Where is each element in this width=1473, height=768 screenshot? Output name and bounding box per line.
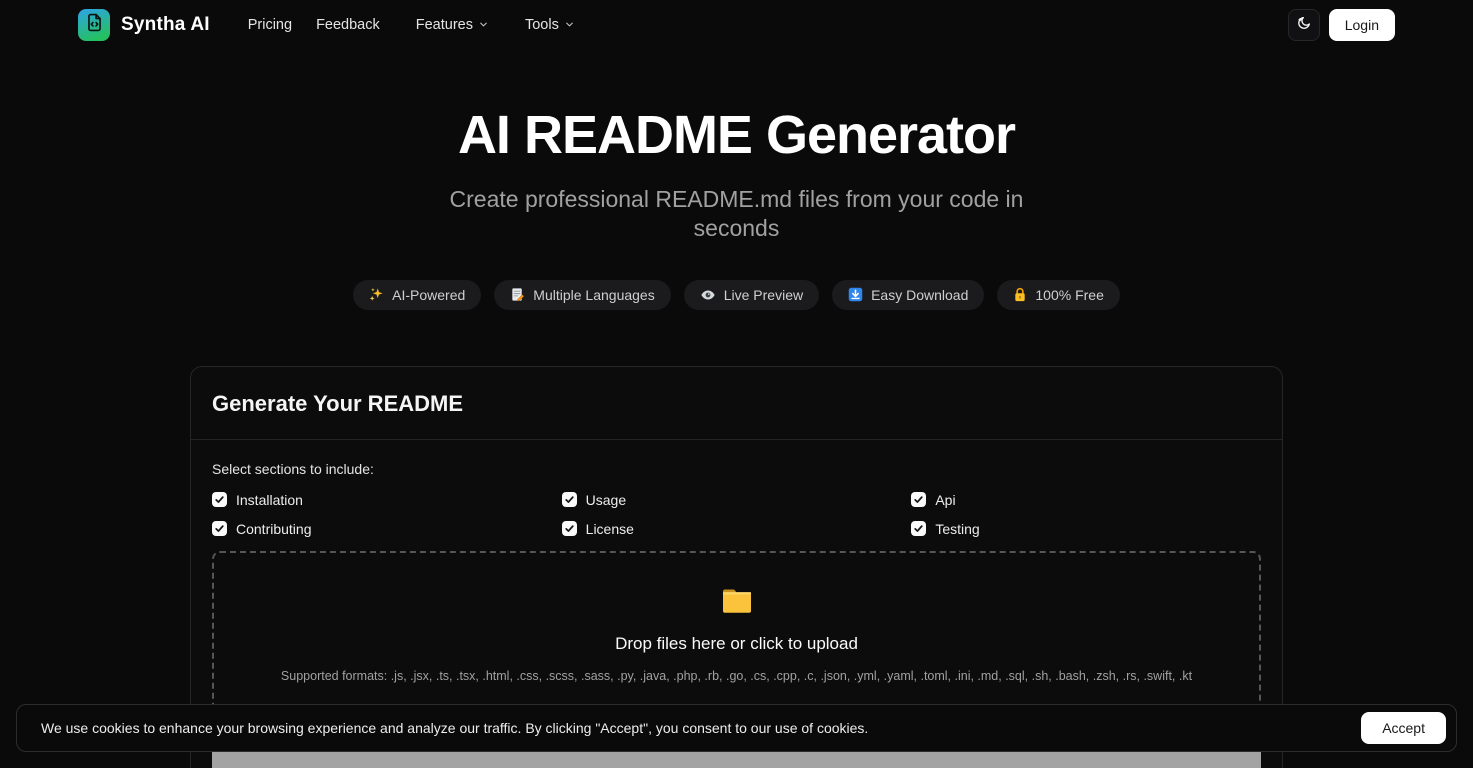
nav-links: Pricing Feedback Features Tools <box>236 8 587 42</box>
badge-label: Live Preview <box>724 287 803 303</box>
dropzone-text: Drop files here or click to upload <box>214 634 1259 654</box>
badge-label: Multiple Languages <box>533 287 654 303</box>
badge-label: AI-Powered <box>392 287 465 303</box>
nav-item-pricing[interactable]: Pricing <box>236 9 304 41</box>
generator-card-title: Generate Your README <box>212 391 1261 417</box>
sections-grid: Installation Usage Api Contributing <box>212 492 1261 537</box>
chevron-down-icon <box>564 18 575 34</box>
checkbox-label: Contributing <box>236 521 312 537</box>
badge-multiple-languages: Multiple Languages <box>494 280 670 310</box>
chevron-down-icon <box>478 18 489 34</box>
checkbox-label: Api <box>935 492 955 508</box>
download-icon <box>848 287 863 302</box>
badge-ai-powered: AI-Powered <box>353 280 481 310</box>
checkbox-license[interactable]: License <box>562 521 912 537</box>
generator-card-header: Generate Your README <box>191 367 1282 440</box>
checkbox-label: Installation <box>236 492 303 508</box>
badge-label: Easy Download <box>871 287 968 303</box>
sparkles-icon <box>369 287 384 302</box>
checkbox-installation[interactable]: Installation <box>212 492 562 508</box>
badge-label: 100% Free <box>1035 287 1103 303</box>
feature-badges: AI-Powered Multiple Languages Live P <box>0 280 1473 310</box>
nav-item-feedback[interactable]: Feedback <box>304 9 392 41</box>
checkbox-checked-icon[interactable] <box>562 521 577 536</box>
lock-icon <box>1013 287 1027 302</box>
badge-live-preview: Live Preview <box>684 280 819 310</box>
checkbox-checked-icon[interactable] <box>911 521 926 536</box>
checkbox-checked-icon[interactable] <box>911 492 926 507</box>
checkbox-testing[interactable]: Testing <box>911 521 1261 537</box>
checkbox-label: Testing <box>935 521 979 537</box>
file-dropzone[interactable]: Drop files here or click to upload Suppo… <box>212 551 1261 712</box>
hero-section: AI README Generator Create professional … <box>0 106 1473 310</box>
checkbox-checked-icon[interactable] <box>212 492 227 507</box>
folder-icon <box>720 586 754 621</box>
brand[interactable]: Syntha AI <box>78 9 210 41</box>
page-subtitle: Create professional README.md files from… <box>447 185 1027 243</box>
checkbox-checked-icon[interactable] <box>212 521 227 536</box>
page-title: AI README Generator <box>0 106 1473 165</box>
checkbox-label: Usage <box>586 492 626 508</box>
badge-easy-download: Easy Download <box>832 280 984 310</box>
nav-item-label: Tools <box>525 17 559 33</box>
sections-label: Select sections to include: <box>212 461 1261 477</box>
checkbox-checked-icon[interactable] <box>562 492 577 507</box>
nav-right: Login <box>1288 9 1395 41</box>
checkbox-label: License <box>586 521 634 537</box>
checkbox-contributing[interactable]: Contributing <box>212 521 562 537</box>
memo-icon <box>510 287 525 302</box>
nav-item-label: Pricing <box>248 17 292 33</box>
nav-item-label: Feedback <box>316 17 380 33</box>
checkbox-usage[interactable]: Usage <box>562 492 912 508</box>
theme-toggle-button[interactable] <box>1288 9 1320 41</box>
file-code-icon <box>85 13 104 37</box>
nav-item-label: Features <box>416 17 473 33</box>
nav-item-tools[interactable]: Tools <box>513 8 587 42</box>
login-button[interactable]: Login <box>1329 9 1395 41</box>
checkbox-api[interactable]: Api <box>911 492 1261 508</box>
navbar: Syntha AI Pricing Feedback Features Tool… <box>0 0 1473 49</box>
cookie-banner: We use cookies to enhance your browsing … <box>16 704 1457 752</box>
badge-100-free: 100% Free <box>997 280 1119 310</box>
brand-logo <box>78 9 110 41</box>
dropzone-formats: Supported formats: .js, .jsx, .ts, .tsx,… <box>214 669 1259 683</box>
eye-icon <box>700 287 716 303</box>
cookie-message: We use cookies to enhance your browsing … <box>41 720 1361 736</box>
accept-cookies-button[interactable]: Accept <box>1361 712 1446 744</box>
brand-name: Syntha AI <box>121 14 210 36</box>
nav-item-features[interactable]: Features <box>404 8 501 42</box>
moon-stars-icon <box>1296 15 1312 34</box>
